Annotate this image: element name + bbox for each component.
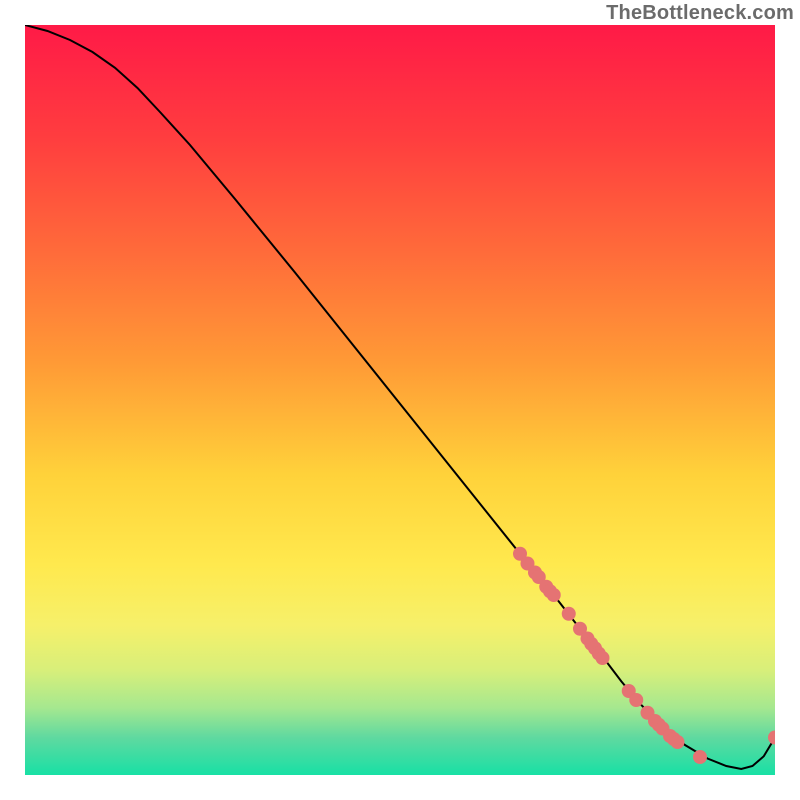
marker-point [671,735,685,749]
marker-point [547,588,561,602]
marker-point [596,651,610,665]
gradient-background [25,25,775,775]
chart-svg [25,25,775,775]
watermark-label: TheBottleneck.com [606,2,794,25]
marker-point [629,693,643,707]
plot-area [25,25,775,775]
marker-point [562,607,576,621]
chart-wrap: TheBottleneck.com [0,0,800,800]
marker-point [693,750,707,764]
